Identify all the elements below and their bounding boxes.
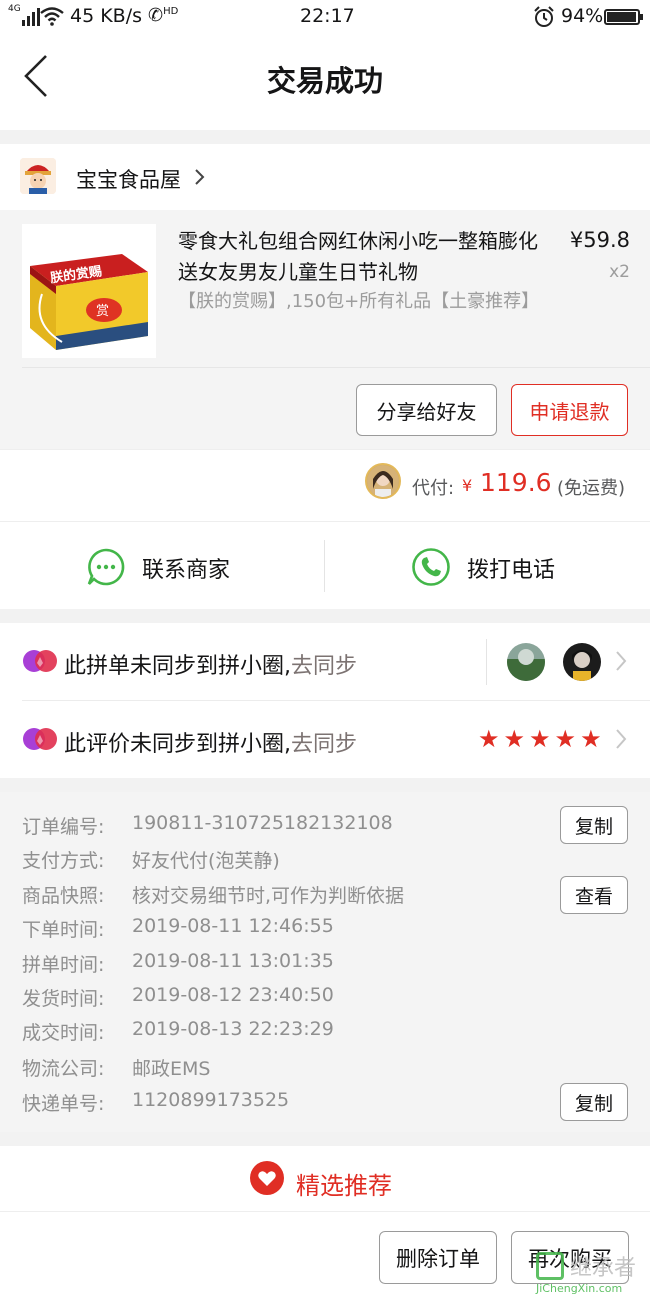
contact-merchant-label: 联系商家 <box>142 558 231 583</box>
battery-icon <box>604 9 643 25</box>
info-key: 拼单时间: <box>22 954 105 976</box>
info-key: 成交时间: <box>22 1022 105 1044</box>
copy-order-number-button[interactable]: 复制 <box>560 806 628 844</box>
hd-call-icon: ✆HD <box>148 5 179 26</box>
divider <box>486 639 487 685</box>
sync-panel: 此拼单未同步到拼小圈,去同步 此评价未同步到拼小圈,去同步 ★ ★ ★ ★ ★ <box>0 623 650 778</box>
info-key: 商品快照: <box>22 885 105 907</box>
star-icon: ★ <box>478 725 500 753</box>
product-spec: 【朕的赏赐】,150包+所有礼品【土豪推荐】 <box>178 291 540 312</box>
call-phone-button[interactable]: 拨打电话 <box>325 522 650 610</box>
order-card: 宝宝食品屋 朕的赏赐 赏 零食大礼包组合网红休闲小吃一整箱膨化送女友男友儿童生日… <box>0 144 650 450</box>
copy-tracking-button[interactable]: 复制 <box>560 1083 628 1121</box>
info-value: 核对交易细节时,可作为判断依据 <box>132 885 405 907</box>
shop-avatar <box>20 158 56 194</box>
hd-badge: HD <box>163 6 179 17</box>
heart-icon <box>250 1161 284 1195</box>
wifi-icon <box>40 7 64 26</box>
info-value: 2019-08-11 12:46:55 <box>132 915 334 937</box>
watermark-logo: 继承者 JiChengXin.com <box>532 1248 648 1298</box>
info-value: 2019-08-12 23:40:50 <box>132 984 334 1006</box>
status-bar: 4G 45 KB/s ✆HD 22:17 94% <box>0 0 650 34</box>
chat-bubble-icon <box>87 548 125 586</box>
network-speed: 45 KB/s <box>70 5 143 27</box>
sync-group-row[interactable]: 此拼单未同步到拼小圈,去同步 <box>0 623 650 701</box>
product-image-seal: 赏 <box>96 304 109 319</box>
member-avatar <box>563 643 601 681</box>
info-key: 快递单号: <box>22 1093 105 1115</box>
info-value: 好友代付(泡芙静) <box>132 850 280 872</box>
star-icon: ★ <box>529 725 551 753</box>
call-phone-label: 拨打电话 <box>467 558 556 583</box>
refund-button[interactable]: 申请退款 <box>511 384 628 436</box>
payment-summary: 代付: ¥ 119.6 (免运费) <box>0 449 650 521</box>
battery-percent: 94% <box>561 5 604 27</box>
info-value: 2019-08-13 22:23:29 <box>132 1018 334 1040</box>
watermark-url: JiChengXin.com <box>536 1282 623 1295</box>
alarm-icon <box>534 6 554 27</box>
clock: 22:17 <box>300 5 355 27</box>
member-avatar <box>507 643 545 681</box>
watermark-text: 继承者 <box>570 1256 637 1281</box>
shipping-note: (免运费) <box>557 478 626 499</box>
sync-group-action[interactable]: 去同步 <box>291 654 357 679</box>
info-value: 2019-08-11 13:01:35 <box>132 950 334 972</box>
phone-icon <box>412 548 450 586</box>
info-key: 下单时间: <box>22 919 105 941</box>
star-icon: ★ <box>554 725 577 753</box>
star-icon: ★ <box>503 725 526 753</box>
pay-amount: 119.6 <box>480 468 552 497</box>
nav-header: 交易成功 <box>0 34 650 130</box>
payer-avatar <box>365 463 401 499</box>
pay-currency: ¥ <box>462 476 473 495</box>
info-key: 支付方式: <box>22 850 105 872</box>
shop-name: 宝宝食品屋 <box>76 168 181 192</box>
info-value: 190811-310725182132108 <box>132 812 393 834</box>
watermark-icon <box>536 1252 564 1280</box>
sync-review-action[interactable]: 去同步 <box>291 732 357 757</box>
chevron-right-icon <box>616 729 627 749</box>
info-key: 订单编号: <box>22 816 105 838</box>
product-price: ¥59.8 <box>569 228 630 252</box>
contact-merchant-button[interactable]: 联系商家 <box>0 522 325 610</box>
contact-bar: 联系商家 拨打电话 <box>0 521 650 609</box>
signal-icon: 4G <box>8 4 40 26</box>
product-image[interactable]: 朕的赏赐 赏 <box>22 224 156 358</box>
order-info: 订单编号: 190811-310725182132108 支付方式: 好友代付(泡芙… <box>0 792 650 1132</box>
sync-review-text: 此评价未同步到拼小圈,去同步 <box>64 732 358 757</box>
info-key: 发货时间: <box>22 988 105 1010</box>
sync-review-row[interactable]: 此评价未同步到拼小圈,去同步 ★ ★ ★ ★ ★ <box>0 701 650 779</box>
divider <box>22 367 650 368</box>
product-title: 零食大礼包组合网红休闲小吃一整箱膨化送女友男友儿童生日节礼物 <box>178 229 538 284</box>
info-value: 邮政EMS <box>132 1058 211 1080</box>
rating-stars: ★ ★ ★ ★ ★ <box>478 727 602 751</box>
pinxiaoquan-icon <box>23 728 57 750</box>
share-button[interactable]: 分享给好友 <box>356 384 497 436</box>
chevron-right-icon <box>195 169 205 185</box>
info-key: 物流公司: <box>22 1058 105 1080</box>
pinxiaoquan-icon <box>23 650 57 672</box>
shop-header[interactable]: 宝宝食品屋 <box>0 144 650 210</box>
sync-group-text: 此拼单未同步到拼小圈,去同步 <box>64 654 358 679</box>
star-icon: ★ <box>580 725 602 753</box>
page-title: 交易成功 <box>266 64 383 98</box>
chevron-right-icon <box>616 651 627 671</box>
goods-item[interactable]: 朕的赏赐 赏 零食大礼包组合网红休闲小吃一整箱膨化送女友男友儿童生日节礼物 【朕… <box>0 210 650 450</box>
recommend-header: 精选推荐 <box>0 1146 650 1212</box>
delete-order-button[interactable]: 删除订单 <box>379 1231 497 1284</box>
recommend-label: 精选推荐 <box>296 1172 392 1200</box>
network-type: 4G <box>8 4 21 14</box>
product-quantity: x2 <box>609 262 630 282</box>
info-value: 1120899173525 <box>132 1089 290 1111</box>
view-snapshot-button[interactable]: 查看 <box>560 876 628 914</box>
pay-label: 代付: <box>412 478 455 499</box>
